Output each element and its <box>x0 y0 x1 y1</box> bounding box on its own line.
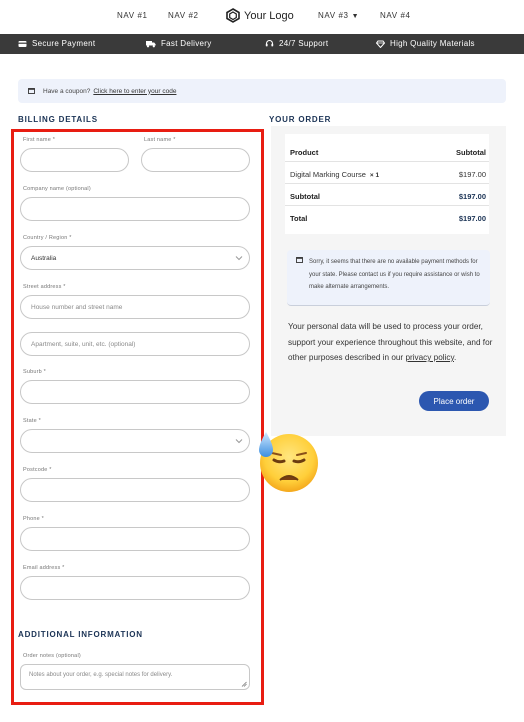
coupon-banner: Have a coupon? Click here to enter your … <box>18 79 506 103</box>
feature-label: High Quality Materials <box>390 39 475 48</box>
total-value: $197.00 <box>458 214 486 223</box>
nav-link-1[interactable]: NAV #1 <box>117 11 148 20</box>
credit-card-icon <box>18 40 27 47</box>
order-item-name: Digital Marking Course <box>290 170 366 179</box>
product-column-header: Product <box>290 148 319 157</box>
privacy-text: Your personal data will be used to proce… <box>288 322 493 362</box>
total-label: Total <box>290 214 308 223</box>
window-icon <box>296 257 303 263</box>
feature-label: Fast Delivery <box>161 39 212 48</box>
sweat-face-emoji-icon <box>259 432 318 492</box>
order-item-qty: × 1 <box>369 172 380 179</box>
order-subtotal-row: Subtotal $197.00 <box>285 184 489 206</box>
payment-notice-text: Sorry, it seems that there are no availa… <box>309 259 480 290</box>
site-logo[interactable]: Your Logo <box>226 8 294 23</box>
order-table-header: Product Subtotal <box>285 134 489 162</box>
feature-secure-payment: Secure Payment <box>18 39 95 48</box>
nav-link-4[interactable]: NAV #4 <box>380 11 411 20</box>
order-item-product: Digital Marking Course × 1 <box>290 170 379 179</box>
order-item-row: Digital Marking Course × 1 $197.00 <box>285 162 489 184</box>
billing-details-title: BILLING DETAILS <box>18 115 98 124</box>
privacy-policy-link[interactable]: privacy policy <box>405 353 454 362</box>
window-icon <box>28 88 35 94</box>
order-total-row: Total $197.00 <box>285 206 489 228</box>
top-navigation: NAV #1 NAV #2 Your Logo NAV #3 ▼ NAV #4 <box>0 0 524 34</box>
nav-link-3[interactable]: NAV #3 ▼ <box>318 11 359 20</box>
feature-label: Secure Payment <box>32 39 96 48</box>
subtotal-value: $197.00 <box>458 192 486 201</box>
privacy-notice: Your personal data will be used to proce… <box>288 319 493 366</box>
payment-notice: Sorry, it seems that there are no availa… <box>287 250 490 306</box>
logo-text: Your Logo <box>244 9 294 22</box>
privacy-end: . <box>453 353 457 362</box>
highlight-frame <box>11 129 264 705</box>
diamond-icon <box>376 40 385 48</box>
nav-link-2[interactable]: NAV #2 <box>168 11 199 20</box>
feature-quality: High Quality Materials <box>376 39 475 48</box>
nav-link-3-label: NAV #3 <box>318 11 349 20</box>
order-item-price: $197.00 <box>458 170 486 179</box>
order-table-spacer <box>285 228 489 234</box>
feature-fast-delivery: Fast Delivery <box>146 39 212 48</box>
feature-label: 24/7 Support <box>279 39 329 48</box>
hexagon-logo-icon <box>226 8 240 23</box>
place-order-button[interactable]: Place order <box>419 391 489 411</box>
subtotal-column-header: Subtotal <box>456 148 486 157</box>
coupon-text: Have a coupon? <box>43 87 91 95</box>
headset-icon <box>265 40 274 47</box>
feature-bar: Secure Payment Fast Delivery 24/7 Suppor… <box>0 34 524 54</box>
subtotal-label: Subtotal <box>290 192 320 201</box>
feature-support: 24/7 Support <box>265 39 328 48</box>
chevron-down-icon: ▼ <box>351 13 360 20</box>
coupon-link[interactable]: Click here to enter your code <box>93 88 176 95</box>
your-order-title: YOUR ORDER <box>269 115 332 124</box>
truck-icon <box>146 40 156 47</box>
order-table: Product Subtotal Digital Marking Course ×… <box>285 134 489 234</box>
